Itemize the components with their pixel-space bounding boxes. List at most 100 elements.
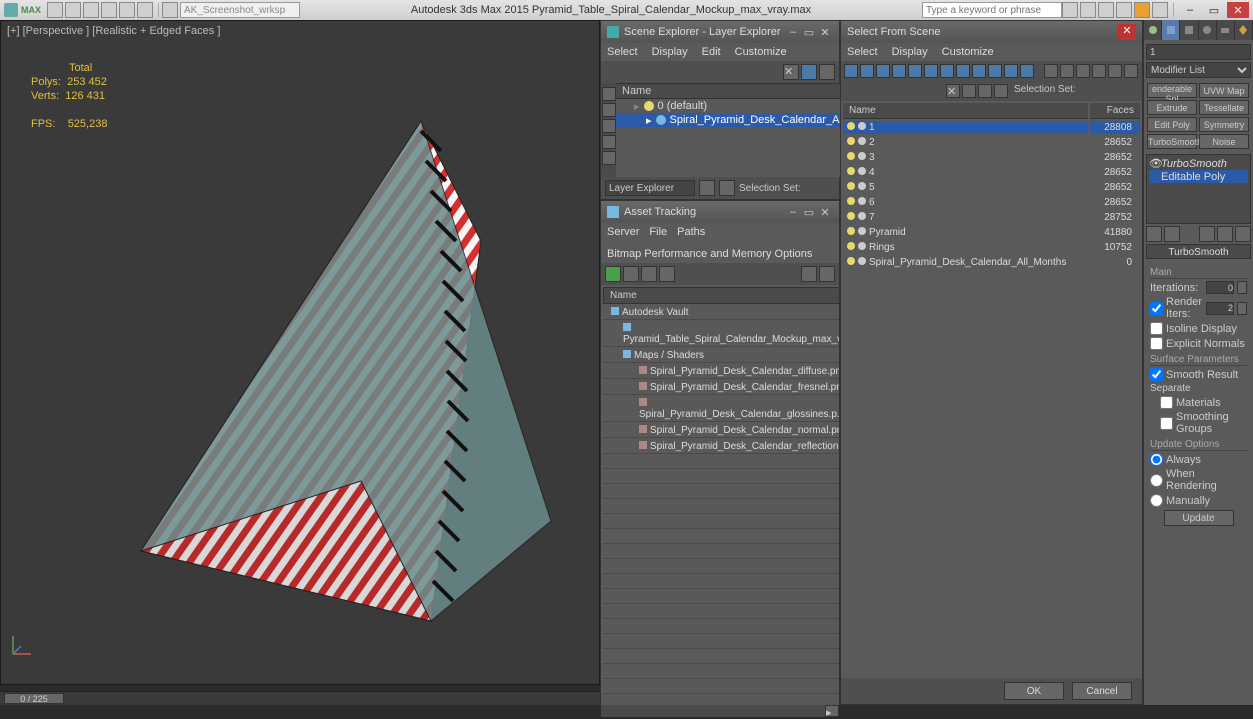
viewport[interactable]: [+] [Perspective ] [Realistic + Edged Fa… xyxy=(0,20,600,685)
smoothing-groups-checkbox[interactable] xyxy=(1160,417,1173,430)
sfs-f12-icon[interactable] xyxy=(1020,64,1034,78)
se-col-name[interactable]: Name xyxy=(622,85,651,97)
sfs-menu-display[interactable]: Display xyxy=(892,46,928,58)
sfs-menu-customize[interactable]: Customize xyxy=(942,46,994,58)
stack-turbosmooth[interactable]: 👁 TurboSmooth xyxy=(1149,157,1248,170)
at-tb5-icon[interactable] xyxy=(801,266,817,282)
tab-create-icon[interactable] xyxy=(1144,20,1162,40)
tb-help4-icon[interactable] xyxy=(1116,2,1132,18)
stack-cfg1-icon[interactable] xyxy=(1199,226,1215,242)
sfs-f17-icon[interactable] xyxy=(1108,64,1122,78)
iterations-spinner[interactable] xyxy=(1237,281,1247,294)
se-sb4-icon[interactable] xyxy=(602,135,616,149)
time-slider-handle[interactable]: 0 / 225 xyxy=(4,693,64,704)
sfs-row[interactable]: 528652 xyxy=(843,181,1140,194)
modifier-button[interactable]: Edit Poly xyxy=(1147,117,1197,132)
sfs-f9-icon[interactable] xyxy=(972,64,986,78)
tb-help-icon[interactable] xyxy=(1152,2,1168,18)
sfs-f4-icon[interactable] xyxy=(892,64,906,78)
smooth-result-checkbox[interactable] xyxy=(1150,368,1163,381)
sfs-close-button[interactable]: ✕ xyxy=(1118,24,1136,40)
asset-row[interactable]: Spiral_Pyramid_Desk_Calendar_glossines.p… xyxy=(603,397,839,422)
sfs-row[interactable]: 628652 xyxy=(843,196,1140,209)
sfs-row[interactable]: Pyramid41880 xyxy=(843,226,1140,239)
modifier-button[interactable]: Noise xyxy=(1199,134,1249,149)
sfs-f6-icon[interactable] xyxy=(924,64,938,78)
sfs-g3-icon[interactable] xyxy=(994,84,1008,98)
modifier-button[interactable]: UVW Map xyxy=(1199,83,1249,98)
timeline-slider[interactable]: 0 / 225 xyxy=(0,691,600,705)
sfs-row[interactable]: 128808 xyxy=(843,121,1140,134)
workspace-dropdown[interactable] xyxy=(180,2,300,18)
tb-open-icon[interactable] xyxy=(65,2,81,18)
at-close-button[interactable]: ✕ xyxy=(817,206,833,219)
tb-star-icon[interactable] xyxy=(1134,2,1150,18)
update-manually-radio[interactable] xyxy=(1150,494,1163,507)
se-sb3-icon[interactable] xyxy=(602,119,616,133)
modifier-button[interactable]: Extrude xyxy=(1147,100,1197,115)
se-mode-dropdown[interactable] xyxy=(605,180,695,196)
sfs-g1-icon[interactable] xyxy=(962,84,976,98)
sfs-row[interactable]: Rings10752 xyxy=(843,241,1140,254)
modifier-button[interactable]: Tessellate xyxy=(1199,100,1249,115)
se-sb5-icon[interactable] xyxy=(602,151,616,165)
at-minimize-button[interactable]: – xyxy=(785,206,801,218)
tb-new-icon[interactable] xyxy=(47,2,63,18)
explicit-checkbox[interactable] xyxy=(1150,337,1163,350)
modifier-stack[interactable]: 👁 TurboSmooth Editable Poly xyxy=(1146,154,1251,224)
sfs-x-icon[interactable]: ✕ xyxy=(946,84,960,98)
tb-help3-icon[interactable] xyxy=(1098,2,1114,18)
asset-row[interactable]: Spiral_Pyramid_Desk_Calendar_normal.pngF… xyxy=(603,424,839,438)
tb-help1-icon[interactable] xyxy=(1062,2,1078,18)
sfs-row[interactable]: 228652 xyxy=(843,136,1140,149)
stack-del-icon[interactable] xyxy=(1235,226,1251,242)
at-tb3-icon[interactable] xyxy=(641,266,657,282)
sfs-f14-icon[interactable] xyxy=(1060,64,1074,78)
modifier-button[interactable]: TurboSmooth xyxy=(1147,134,1197,149)
se-sb2-icon[interactable] xyxy=(602,103,616,117)
help-search[interactable] xyxy=(922,2,1062,18)
iterations-input[interactable] xyxy=(1206,281,1234,294)
isoline-checkbox[interactable] xyxy=(1150,322,1163,335)
se-menu-customize[interactable]: Customize xyxy=(735,46,787,58)
stack-editable-poly[interactable]: Editable Poly xyxy=(1149,170,1248,183)
se-sb1-icon[interactable] xyxy=(602,87,616,101)
se-tool2-icon[interactable] xyxy=(801,64,817,80)
modifier-button[interactable]: Symmetry xyxy=(1199,117,1249,132)
tab-display-icon[interactable] xyxy=(1217,20,1235,40)
sfs-f3-icon[interactable] xyxy=(876,64,890,78)
materials-checkbox[interactable] xyxy=(1160,396,1173,409)
se-bt1-icon[interactable] xyxy=(699,180,715,196)
sfs-col-name[interactable]: Name xyxy=(843,103,1088,119)
minimize-button[interactable]: – xyxy=(1179,2,1201,18)
render-iters-spinner[interactable] xyxy=(1237,302,1247,315)
stack-cfg2-icon[interactable] xyxy=(1217,226,1233,242)
stack-eye-icon[interactable]: 👁 xyxy=(1149,157,1161,170)
tb-help2-icon[interactable] xyxy=(1080,2,1096,18)
se-minimize-button[interactable]: – xyxy=(785,26,801,38)
asset-row[interactable]: Pyramid_Table_Spiral_Calendar_Mockup_max… xyxy=(603,322,839,347)
at-menu-paths[interactable]: Paths xyxy=(677,226,705,238)
rollup-turbosmooth[interactable]: TurboSmooth xyxy=(1146,244,1251,259)
object-name-input[interactable] xyxy=(1146,44,1251,60)
render-iters-checkbox[interactable] xyxy=(1150,302,1163,315)
at-tb1-icon[interactable] xyxy=(605,266,621,282)
tab-motion-icon[interactable] xyxy=(1199,20,1217,40)
tb-undo-icon[interactable] xyxy=(101,2,117,18)
se-menu-select[interactable]: Select xyxy=(607,46,638,58)
update-always-radio[interactable] xyxy=(1150,453,1163,466)
tb-redo-icon[interactable] xyxy=(119,2,135,18)
sfs-f16-icon[interactable] xyxy=(1092,64,1106,78)
asset-row[interactable]: Maps / Shaders xyxy=(603,349,839,363)
maximize-button[interactable]: ▭ xyxy=(1203,2,1225,18)
tb-link-icon[interactable] xyxy=(137,2,153,18)
sfs-cancel-button[interactable]: Cancel xyxy=(1072,682,1132,700)
sfs-f10-icon[interactable] xyxy=(988,64,1002,78)
tab-utilities-icon[interactable] xyxy=(1235,20,1253,40)
at-menu-bitmap[interactable]: Bitmap Performance and Memory Options xyxy=(607,248,812,260)
pyramid-object[interactable] xyxy=(81,101,561,661)
at-tb4-icon[interactable] xyxy=(659,266,675,282)
sfs-f18-icon[interactable] xyxy=(1124,64,1138,78)
viewport-label[interactable]: [+] [Perspective ] [Realistic + Edged Fa… xyxy=(7,25,220,37)
sfs-g2-icon[interactable] xyxy=(978,84,992,98)
